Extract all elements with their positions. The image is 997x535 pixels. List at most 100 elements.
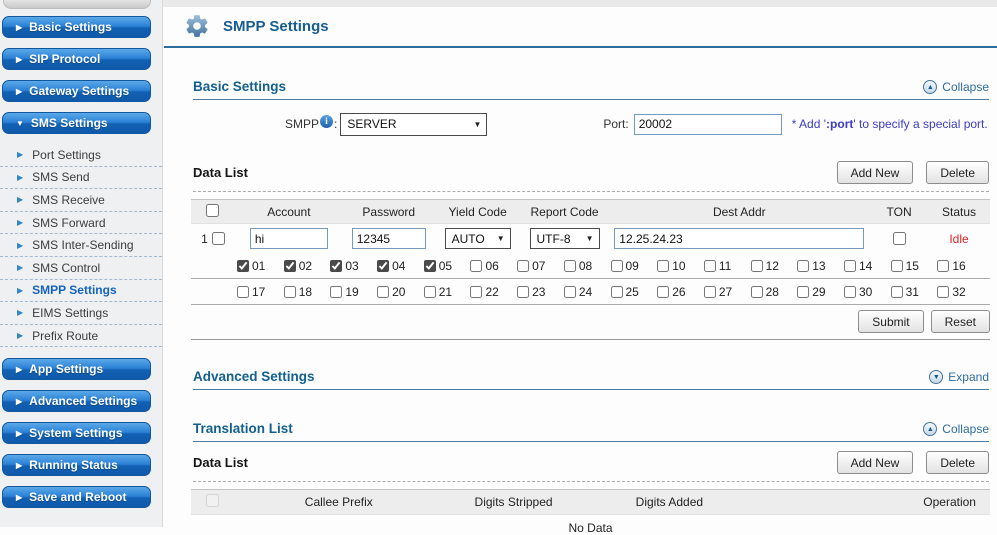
channel-26-checkbox[interactable] bbox=[657, 286, 669, 298]
table-header-row: AccountPasswordYield CodeReport CodeDest… bbox=[191, 199, 990, 224]
basic-settings-collapse-link[interactable]: ▲ Collapse bbox=[923, 80, 989, 94]
sidebar-subitem-sms-send[interactable]: ▶SMS Send bbox=[0, 167, 162, 190]
channel-20-checkbox[interactable] bbox=[377, 286, 389, 298]
channel-28-checkbox[interactable] bbox=[751, 286, 763, 298]
sidebar-item-advanced-settings[interactable]: ▶Advanced Settings bbox=[2, 390, 151, 412]
port-input[interactable] bbox=[634, 114, 782, 135]
yield-code-select[interactable]: AUTO ▼ bbox=[445, 228, 511, 249]
channel-32: 32 bbox=[937, 285, 984, 299]
channel-02-checkbox[interactable] bbox=[284, 260, 296, 272]
chevron-right-icon: ▶ bbox=[17, 331, 23, 340]
sidebar-subitem-label: SMS Inter-Sending bbox=[32, 238, 133, 252]
channel-label: 32 bbox=[952, 285, 965, 299]
channel-19-checkbox[interactable] bbox=[330, 286, 342, 298]
translation-list-collapse-link[interactable]: ▲ Collapse bbox=[923, 422, 989, 436]
sidebar-subitem-prefix-route[interactable]: ▶Prefix Route bbox=[0, 325, 162, 348]
advanced-settings-expand-link[interactable]: ▼ Expand bbox=[929, 370, 989, 384]
report-code-value: UTF-8 bbox=[537, 232, 571, 246]
column-header-callee-prefix: Callee Prefix bbox=[235, 495, 443, 509]
channel-label: 14 bbox=[859, 259, 872, 273]
channel-32-checkbox[interactable] bbox=[937, 286, 949, 298]
sidebar-bottom-group: ▶App Settings ▶Advanced Settings ▶System S… bbox=[0, 358, 162, 508]
sidebar-item-basic-settings[interactable]: ▶Basic Settings bbox=[2, 16, 151, 38]
ton-checkbox[interactable] bbox=[893, 232, 906, 245]
channel-18-checkbox[interactable] bbox=[284, 286, 296, 298]
channel-13-checkbox[interactable] bbox=[797, 260, 809, 272]
table-row: 1 AUTO ▼ UTF-8 ▼ bbox=[191, 224, 990, 253]
reset-button[interactable]: Reset bbox=[931, 310, 990, 333]
translation-add-new-button[interactable]: Add New bbox=[837, 451, 914, 474]
translation-select-all-cell bbox=[191, 494, 235, 510]
channel-29: 29 bbox=[797, 285, 844, 299]
channel-31-checkbox[interactable] bbox=[891, 286, 903, 298]
sidebar-item-system-settings[interactable]: ▶System Settings bbox=[2, 422, 151, 444]
channel-07-checkbox[interactable] bbox=[517, 260, 529, 272]
sidebar-item-running-status[interactable]: ▶Running Status bbox=[2, 454, 151, 476]
collapse-label[interactable]: Collapse bbox=[942, 422, 989, 436]
sidebar-item-label: Gateway Settings bbox=[29, 84, 129, 98]
expand-label[interactable]: Expand bbox=[948, 370, 989, 384]
channel-09-checkbox[interactable] bbox=[611, 260, 623, 272]
channel-01-checkbox[interactable] bbox=[237, 260, 249, 272]
sidebar-item-app-settings[interactable]: ▶App Settings bbox=[2, 358, 151, 380]
basic-settings-section-header: Basic Settings ▲ Collapse bbox=[193, 79, 989, 100]
channel-17-checkbox[interactable] bbox=[237, 286, 249, 298]
report-code-select[interactable]: UTF-8 ▼ bbox=[530, 228, 600, 249]
sidebar-subitem-sms-receive[interactable]: ▶SMS Receive bbox=[0, 189, 162, 212]
delete-button[interactable]: Delete bbox=[926, 161, 989, 184]
collapse-label[interactable]: Collapse bbox=[942, 80, 989, 94]
channel-30-checkbox[interactable] bbox=[844, 286, 856, 298]
sidebar-subitem-eims-settings[interactable]: ▶EIMS Settings bbox=[0, 302, 162, 325]
channel-24-checkbox[interactable] bbox=[564, 286, 576, 298]
channel-15-checkbox[interactable] bbox=[891, 260, 903, 272]
channel-22-checkbox[interactable] bbox=[470, 286, 482, 298]
channel-21-checkbox[interactable] bbox=[424, 286, 436, 298]
translation-list-buttons: Add New Delete bbox=[837, 451, 989, 474]
expand-arrow-icon[interactable]: ▼ bbox=[929, 370, 943, 384]
sidebar-subitem-smpp-settings[interactable]: ▶SMPP Settings bbox=[0, 280, 162, 303]
channel-11-checkbox[interactable] bbox=[704, 260, 716, 272]
sidebar-subitem-label: SMS Forward bbox=[32, 216, 105, 230]
translation-delete-button[interactable]: Delete bbox=[926, 451, 989, 474]
smpp-mode-select[interactable]: SERVER ▼ bbox=[340, 113, 487, 136]
channel-14-checkbox[interactable] bbox=[844, 260, 856, 272]
channel-04-checkbox[interactable] bbox=[377, 260, 389, 272]
sidebar-item-label: Advanced Settings bbox=[29, 394, 137, 408]
collapse-arrow-icon[interactable]: ▲ bbox=[923, 80, 937, 94]
sidebar-subitem-port-settings[interactable]: ▶Port Settings bbox=[0, 144, 162, 167]
channel-05-checkbox[interactable] bbox=[424, 260, 436, 272]
row-select-checkbox[interactable] bbox=[212, 232, 225, 245]
channel-13: 13 bbox=[797, 259, 844, 273]
dest-addr-input[interactable] bbox=[614, 228, 864, 249]
info-icon[interactable]: i bbox=[320, 115, 333, 128]
channel-12-checkbox[interactable] bbox=[751, 260, 763, 272]
sidebar-item-gateway-settings[interactable]: ▶Gateway Settings bbox=[2, 80, 151, 102]
channel-10-checkbox[interactable] bbox=[657, 260, 669, 272]
channel-08-checkbox[interactable] bbox=[564, 260, 576, 272]
sidebar-subitem-label: EIMS Settings bbox=[32, 306, 108, 320]
advanced-settings-section-header: Advanced Settings ▼ Expand bbox=[193, 369, 989, 390]
select-all-checkbox[interactable] bbox=[206, 204, 219, 217]
sidebar-item-sip-protocol[interactable]: ▶SIP Protocol bbox=[2, 48, 151, 70]
channel-06-checkbox[interactable] bbox=[470, 260, 482, 272]
sidebar-subitem-sms-control[interactable]: ▶SMS Control bbox=[0, 257, 162, 280]
channel-03-checkbox[interactable] bbox=[330, 260, 342, 272]
channel-16-checkbox[interactable] bbox=[937, 260, 949, 272]
channel-29-checkbox[interactable] bbox=[797, 286, 809, 298]
sidebar-item-sms-settings[interactable]: ▼SMS Settings bbox=[2, 112, 151, 134]
ton-cell bbox=[870, 232, 928, 245]
channel-23-checkbox[interactable] bbox=[517, 286, 529, 298]
account-input[interactable] bbox=[250, 228, 328, 249]
sidebar-subitem-sms-forward[interactable]: ▶ SMS Forward bbox=[0, 212, 162, 235]
channel-27-checkbox[interactable] bbox=[704, 286, 716, 298]
collapse-arrow-icon[interactable]: ▲ bbox=[923, 422, 937, 436]
channel-25-checkbox[interactable] bbox=[611, 286, 623, 298]
password-input[interactable] bbox=[352, 228, 426, 249]
sidebar-subitem-sms-inter-sending[interactable]: ▶SMS Inter-Sending bbox=[0, 234, 162, 257]
port-note: * Add ':port' to specify a special port. bbox=[792, 117, 988, 131]
add-new-button[interactable]: Add New bbox=[837, 161, 914, 184]
submit-button[interactable]: Submit bbox=[858, 310, 923, 333]
sidebar-item-save-and-reboot[interactable]: ▶Save and Reboot bbox=[2, 486, 151, 508]
chevron-right-icon: ▶ bbox=[17, 218, 23, 227]
basic-settings-title: Basic Settings bbox=[193, 79, 286, 94]
